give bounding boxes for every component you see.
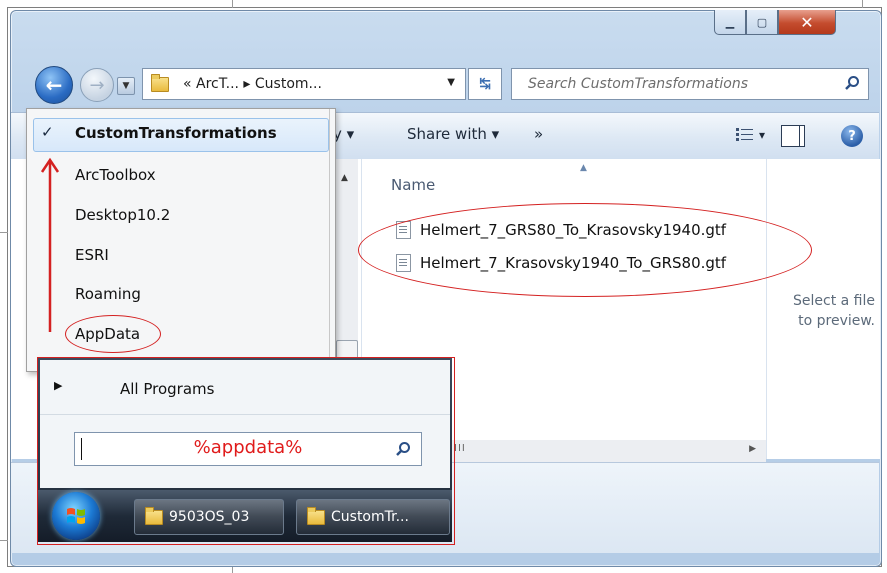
view-dropdown-icon[interactable]: ▾ (759, 128, 765, 142)
column-header-name[interactable]: Name (391, 176, 435, 194)
menu-item-desktop[interactable]: Desktop10.2 (75, 206, 170, 224)
annotation-ellipse-files (358, 203, 812, 297)
forward-button[interactable]: → (80, 68, 114, 102)
annotation-box-start-menu (37, 357, 455, 545)
close-button[interactable]: ✕ (778, 10, 836, 35)
frame-tick (862, 0, 863, 8)
maximize-icon: ▢ (756, 15, 768, 29)
folder-icon (151, 73, 169, 92)
minimize-button[interactable]: ▁ (714, 10, 746, 35)
close-icon: ✕ (800, 12, 814, 32)
menu-item-arctoolbox[interactable]: ArcToolbox (75, 166, 156, 184)
menu-item-customtransformations[interactable]: CustomTransformations (75, 124, 277, 142)
search-input[interactable] (526, 75, 830, 93)
search-box[interactable] (511, 68, 869, 100)
help-icon: ? (848, 128, 856, 144)
toolbar-menu-partial[interactable]: y ▾ (333, 125, 354, 143)
sort-ascending-icon: ▲ (580, 163, 587, 173)
view-options-icon[interactable] (735, 127, 755, 143)
frame-tick (0, 540, 8, 541)
refresh-icon: ↹ (479, 76, 491, 92)
window-controls: ▁ ▢ ✕ (714, 10, 836, 38)
preview-message-line: Select a file (793, 293, 875, 309)
preview-message: Select a file to preview. (775, 291, 875, 331)
chevron-down-icon: ▼ (122, 81, 130, 91)
more-commands-button[interactable]: » (534, 125, 543, 143)
minimize-icon: ▁ (725, 15, 735, 29)
forward-arrow-icon: → (89, 74, 105, 96)
annotation-ellipse-appdata (65, 315, 161, 353)
scroll-grip-icon[interactable]: III (454, 443, 466, 454)
preview-pane: Select a file to preview. (766, 159, 880, 459)
frame-tick (0, 232, 8, 233)
frame-tick (232, 0, 233, 8)
search-icon[interactable] (844, 75, 860, 91)
preview-message-line: to preview. (798, 313, 875, 329)
maximize-button[interactable]: ▢ (746, 10, 778, 35)
breadcrumb[interactable]: « ArcT... ▸ Custom... (183, 76, 322, 92)
preview-pane-icon[interactable] (781, 125, 805, 147)
annotation-arrow-up (40, 157, 60, 332)
horizontal-scrollbar[interactable]: III ▶ (440, 440, 766, 462)
help-button[interactable]: ? (841, 125, 863, 147)
address-dropdown-icon[interactable]: ▼ (447, 77, 455, 88)
menu-item-esri[interactable]: ESRI (75, 246, 109, 264)
recent-pages-button[interactable]: ▼ (117, 77, 135, 95)
menu-item-roaming[interactable]: Roaming (75, 285, 141, 303)
address-bar[interactable]: « ArcT... ▸ Custom... ▼ (142, 68, 466, 100)
scroll-right-arrow-icon[interactable]: ▶ (749, 444, 756, 454)
menu-divider (329, 109, 330, 371)
share-with-button[interactable]: Share with ▾ (407, 125, 499, 143)
back-arrow-icon: ← (45, 73, 63, 97)
scroll-up-arrow-icon[interactable]: ▲ (341, 173, 348, 183)
refresh-button[interactable]: ↹ (468, 68, 502, 100)
back-button[interactable]: ← (35, 66, 73, 104)
checkmark-icon: ✓ (41, 123, 54, 141)
